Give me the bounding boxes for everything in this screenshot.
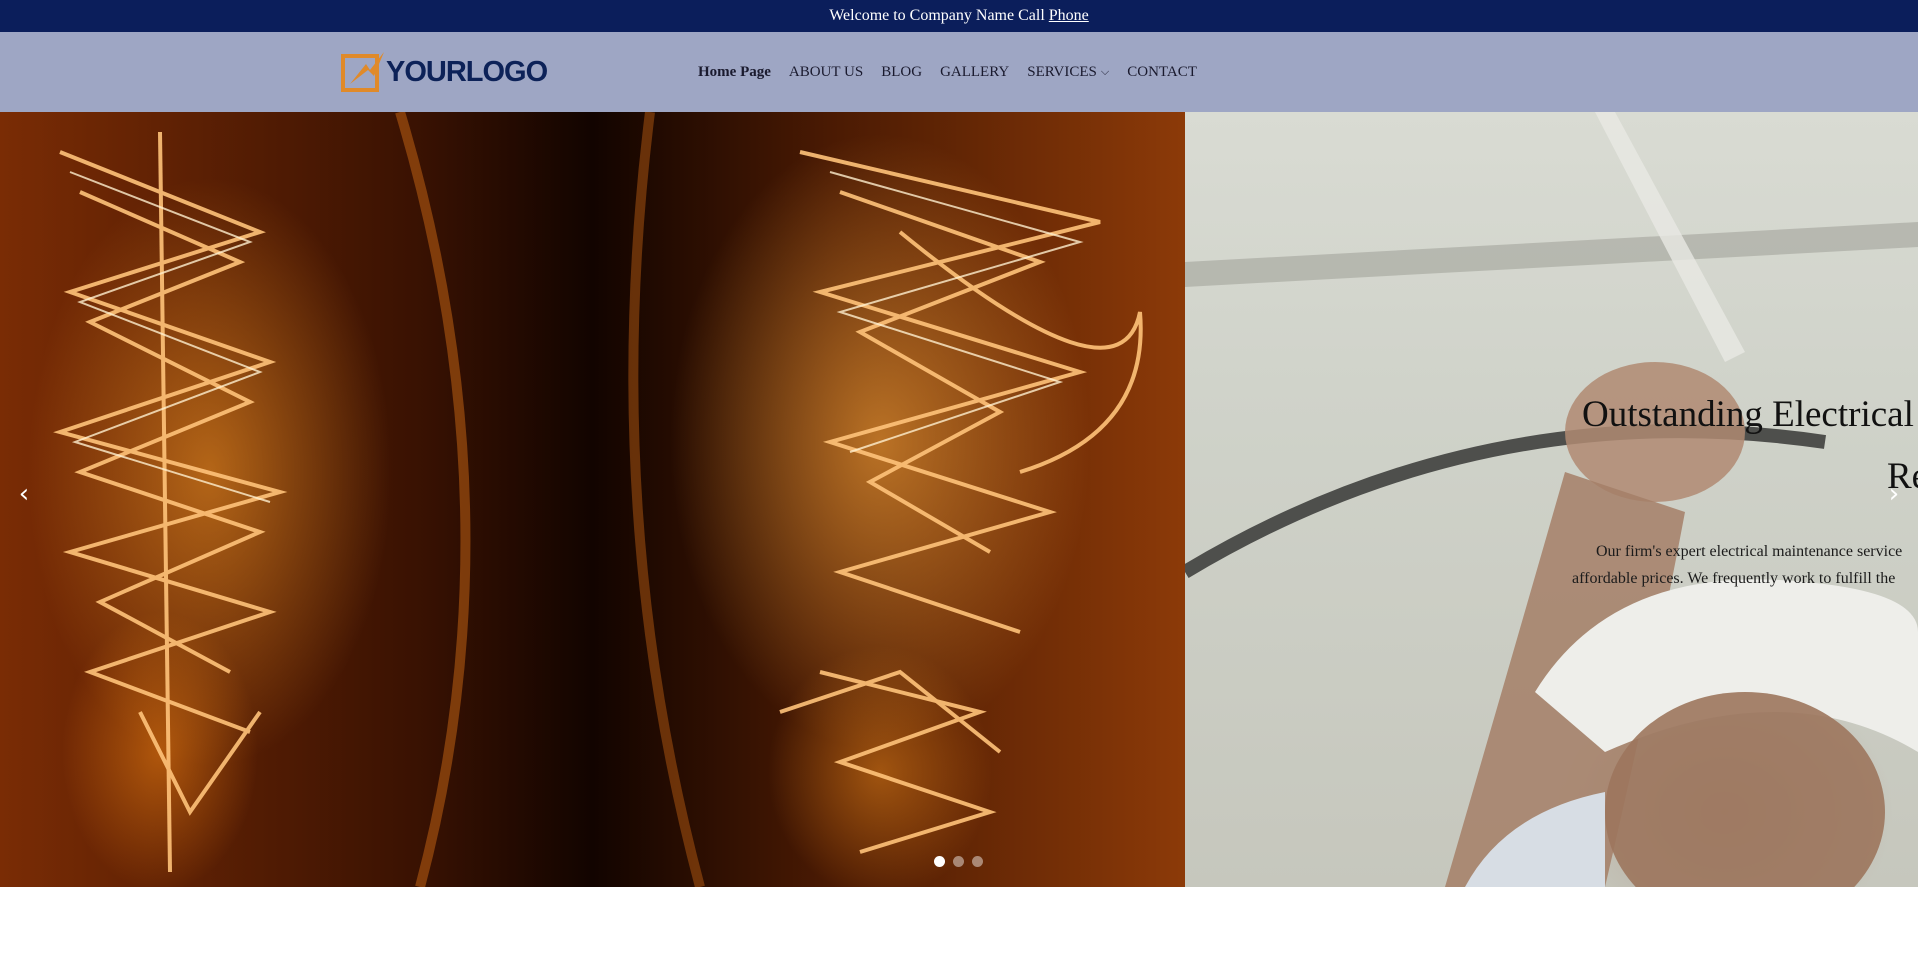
- chevron-right-icon[interactable]: ›: [1882, 479, 1906, 509]
- slide-dot-3[interactable]: [972, 856, 983, 867]
- filament-illustration: [53, 112, 1143, 887]
- nav-item-label: CONTACT: [1127, 63, 1197, 80]
- phone-link[interactable]: Phone: [1049, 7, 1089, 25]
- nav-item-blog[interactable]: BLOG: [881, 64, 922, 81]
- main-navigation: Home Page ABOUT US BLOG GALLERY SERVICES…: [698, 32, 1215, 112]
- light-bulbs-image: [0, 112, 1185, 887]
- slide-dot-2[interactable]: [953, 856, 964, 867]
- site-logo[interactable]: YOURLOGO: [340, 50, 548, 94]
- logo-mark-icon: [341, 52, 384, 92]
- nav-item-label: SERVICES: [1027, 63, 1097, 80]
- chevron-left-icon[interactable]: ‹: [12, 479, 36, 509]
- site-header: YOURLOGO Home Page ABOUT US BLOG GALLERY…: [0, 32, 1918, 112]
- chevron-down-icon: ⌵: [1100, 65, 1110, 78]
- slide-title-line-1: Outstanding Electrical: [1582, 394, 1914, 435]
- slide-description-line-1: Our firm's expert electrical maintenance…: [1596, 543, 1903, 560]
- nav-item-gallery[interactable]: GALLERY: [940, 64, 1009, 81]
- hero-slider: Outstanding Electrical Re Our firm's exp…: [0, 112, 1918, 887]
- slider-pagination: [934, 856, 991, 867]
- nav-item-about-us[interactable]: ABOUT US: [789, 64, 863, 81]
- slide-dot-1[interactable]: [934, 856, 945, 867]
- welcome-text: Welcome to Company Name Call: [829, 7, 1045, 24]
- nav-item-label: BLOG: [881, 63, 923, 80]
- nav-item-label: GALLERY: [940, 63, 1010, 80]
- nav-item-home[interactable]: Home Page: [698, 64, 771, 81]
- slide-title-line-2: Re: [1887, 456, 1918, 497]
- logo-text: YOURLOGO: [386, 55, 548, 88]
- nav-item-label: Home Page: [698, 63, 771, 80]
- nav-item-services[interactable]: SERVICES ⌵: [1027, 64, 1109, 81]
- nav-item-contact[interactable]: CONTACT: [1127, 64, 1197, 81]
- slide-title: Outstanding Electrical Re: [1582, 384, 1918, 508]
- nav-item-label: ABOUT US: [788, 63, 864, 80]
- top-announcement-bar: Welcome to Company Name Call Phone: [0, 0, 1918, 32]
- slide-description-line-2: affordable prices. We frequently work to…: [1572, 570, 1896, 587]
- slide-description: Our firm's expert electrical maintenance…: [1572, 538, 1918, 592]
